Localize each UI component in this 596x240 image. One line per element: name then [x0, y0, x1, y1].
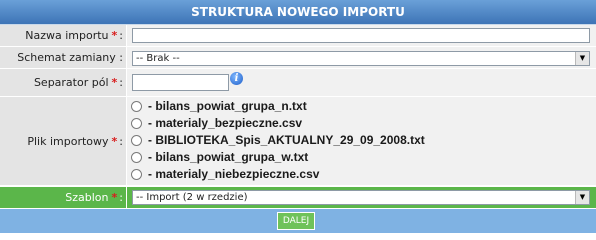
import-name-label: Nazwa importu * : [0, 25, 127, 46]
required-marker: * [111, 134, 118, 148]
label-colon: : [119, 29, 123, 42]
row-separator: Separator pól * : i [0, 69, 596, 97]
file-option-label: - bilans_powiat_grupa_w.txt [148, 150, 309, 164]
form-footer: DALEJ [0, 209, 596, 233]
label-colon: : [119, 191, 123, 204]
template-select[interactable]: -- Import (2 w rzedzie) ▼ [132, 190, 590, 205]
radio-button[interactable] [131, 134, 142, 146]
separator-cell: i [127, 69, 596, 96]
file-option-label: - bilans_powiat_grupa_n.txt [148, 99, 307, 113]
next-button[interactable]: DALEJ [277, 212, 315, 230]
scheme-label-text: Schemat zamiany : [17, 51, 123, 64]
file-option-label: - materialy_niebezpieczne.csv [148, 167, 320, 181]
panel-title: STRUKTURA NOWEGO IMPORTU [0, 0, 596, 25]
scheme-select-value: -- Brak -- [136, 53, 180, 64]
file-option[interactable]: - BIBLIOTEKA_Spis_AKTUALNY_29_09_2008.tx… [131, 132, 425, 148]
template-cell: -- Import (2 w rzedzie) ▼ [127, 187, 596, 208]
import-file-label: Plik importowy * : [0, 97, 127, 185]
import-name-input[interactable] [132, 28, 590, 43]
radio-button[interactable] [131, 151, 142, 163]
required-marker: * [111, 29, 118, 42]
import-file-cell: - bilans_powiat_grupa_n.txt - materialy_… [127, 97, 596, 185]
import-name-cell [127, 25, 596, 46]
separator-input[interactable] [132, 74, 229, 91]
scheme-select[interactable]: -- Brak -- ▼ [132, 51, 590, 66]
row-import-name: Nazwa importu * : [0, 25, 596, 47]
chevron-down-icon[interactable]: ▼ [575, 52, 589, 65]
import-file-label-text: Plik importowy [27, 134, 109, 148]
separator-label: Separator pól * : [0, 69, 127, 96]
file-option-label: - BIBLIOTEKA_Spis_AKTUALNY_29_09_2008.tx… [148, 133, 425, 147]
separator-label-text: Separator pól [33, 76, 109, 89]
template-select-value: -- Import (2 w rzedzie) [136, 192, 248, 203]
required-marker: * [111, 191, 118, 204]
radio-button[interactable] [131, 168, 142, 180]
file-option[interactable]: - materialy_niebezpieczne.csv [131, 166, 319, 182]
import-form-panel: STRUKTURA NOWEGO IMPORTU Nazwa importu *… [0, 0, 596, 233]
file-option-label: - materialy_bezpieczne.csv [148, 116, 303, 130]
file-option[interactable]: - bilans_powiat_grupa_n.txt [131, 98, 307, 114]
template-label: Szablon * : [0, 187, 127, 208]
scheme-cell: -- Brak -- ▼ [127, 47, 596, 68]
label-colon: : [119, 134, 123, 148]
radio-button[interactable] [131, 100, 142, 112]
import-name-label-text: Nazwa importu [25, 29, 109, 42]
template-label-text: Szablon [65, 191, 109, 204]
chevron-down-icon[interactable]: ▼ [575, 191, 589, 204]
radio-button[interactable] [131, 117, 142, 129]
file-option[interactable]: - materialy_bezpieczne.csv [131, 115, 302, 131]
label-colon: : [119, 76, 123, 89]
row-scheme: Schemat zamiany : -- Brak -- ▼ [0, 47, 596, 69]
scheme-label: Schemat zamiany : [0, 47, 127, 68]
row-template: Szablon * : -- Import (2 w rzedzie) ▼ [0, 187, 596, 209]
file-option[interactable]: - bilans_powiat_grupa_w.txt [131, 149, 308, 165]
info-icon[interactable]: i [230, 72, 243, 85]
required-marker: * [111, 76, 118, 89]
row-import-file: Plik importowy * : - bilans_powiat_grupa… [0, 97, 596, 186]
